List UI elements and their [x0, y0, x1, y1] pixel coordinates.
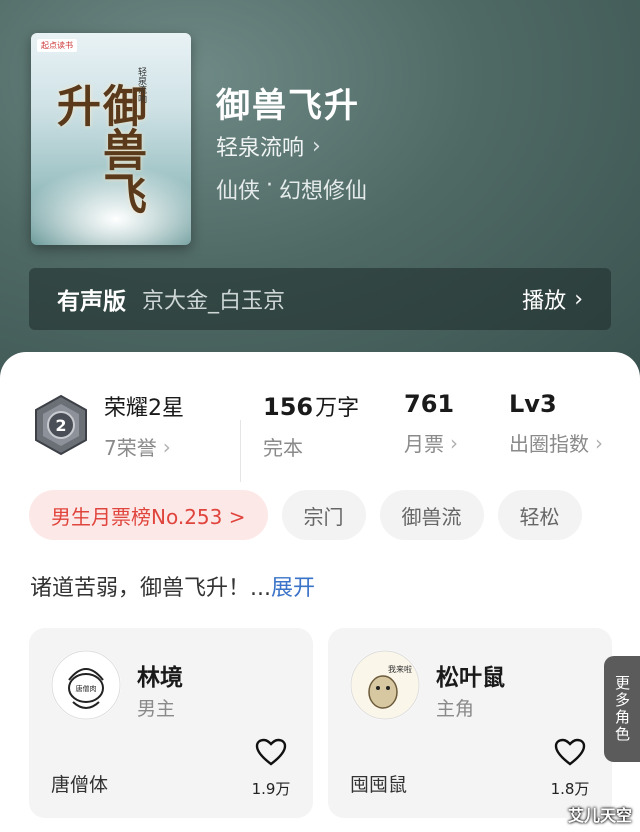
character-name: 林境	[137, 665, 183, 691]
like-count: 1.8万	[550, 780, 590, 798]
chevron-right-icon: ›	[162, 434, 171, 459]
book-header: 起点读书 御兽飞升 轻泉流响 御兽飞升 轻泉流响 › 仙侠 · 幻想修仙 有声版…	[0, 0, 640, 380]
monthly-tickets-stat[interactable]: 761 月票 ›	[404, 390, 458, 457]
chevron-right-icon: ›	[312, 133, 321, 159]
character-name: 松叶鼠	[436, 665, 505, 691]
expand-link[interactable]: 展开	[271, 576, 315, 601]
popularity-index-stat[interactable]: Lv3 出圈指数 ›	[509, 390, 603, 457]
word-count-unit: 万字	[315, 396, 360, 421]
cover-author: 轻泉流响	[136, 67, 146, 103]
tag-chip[interactable]: 御兽流	[379, 490, 484, 540]
play-label: 播放	[522, 289, 567, 314]
heart-icon	[255, 738, 287, 766]
play-button[interactable]: 播放 ›	[522, 283, 583, 315]
watermark: 艾儿天空	[567, 806, 632, 825]
character-role: 男主	[137, 698, 176, 720]
tag-subgenre: 幻想修仙	[279, 179, 368, 204]
character-card[interactable]: 我来啦 松叶鼠 主角 囤囤鼠 1.8万	[328, 628, 612, 818]
book-intro: 诸道苦弱，御兽飞升！...展开	[30, 570, 315, 602]
book-tags: 仙侠 · 幻想修仙	[216, 173, 367, 205]
character-role: 主角	[436, 698, 475, 720]
chevron-right-icon: ›	[574, 286, 583, 312]
tag-separator: ·	[266, 173, 274, 198]
honor-badge-icon[interactable]: 2	[32, 394, 90, 456]
book-cover[interactable]: 起点读书 御兽飞升 轻泉流响	[31, 33, 191, 245]
more-characters-button[interactable]: 更多角色	[604, 656, 640, 762]
chevron-right-icon: ›	[595, 430, 603, 455]
rank-chip[interactable]: 男生月票榜No.253 >	[29, 490, 268, 540]
character-creator: 囤囤鼠	[350, 774, 408, 796]
cover-title: 御兽飞升	[49, 83, 146, 215]
word-count-stat: 156 万字 完本	[263, 390, 359, 461]
like-button[interactable]: 1.8万	[550, 738, 590, 799]
avatar-caption: 唐僧肉	[76, 684, 97, 693]
cover-brand: 起点读书	[37, 39, 77, 52]
character-avatar: 唐僧肉	[51, 650, 121, 720]
character-creator: 唐僧体	[51, 774, 109, 796]
monthly-tickets-value: 761	[404, 390, 455, 418]
book-title: 御兽飞升	[216, 86, 360, 126]
tag-chips: 男生月票榜No.253 > 宗门 御兽流 轻松	[29, 490, 582, 540]
popularity-index-value: Lv3	[509, 390, 557, 418]
completion-status: 完本	[263, 436, 303, 460]
like-button[interactable]: 1.9万	[251, 738, 291, 799]
stats-divider	[240, 420, 241, 482]
character-avatar: 我来啦	[350, 650, 420, 720]
audiobook-narrator: 京大金_白玉京	[142, 289, 286, 314]
honor-points: 7荣誉	[104, 436, 157, 460]
author-link[interactable]: 轻泉流响 ›	[216, 130, 321, 162]
honor-level: 2	[55, 416, 66, 435]
avatar-caption: 我来啦	[388, 664, 412, 674]
character-card[interactable]: 唐僧肉 林境 男主 唐僧体 1.9万	[29, 628, 313, 818]
monthly-tickets-label: 月票	[404, 432, 444, 456]
book-details-card: 2 荣耀2星 7荣誉 › 156 万字 完本 761 月票 › Lv3 出圈指数 › 男…	[0, 352, 640, 832]
author-name: 轻泉流响	[216, 136, 305, 161]
word-count-value: 156	[263, 393, 314, 421]
tag-chip[interactable]: 宗门	[281, 490, 366, 540]
honor-title: 荣耀2星	[104, 396, 184, 421]
chevron-right-icon: ›	[450, 430, 458, 455]
audiobook-label: 有声版	[57, 289, 126, 315]
honor-stat[interactable]: 荣耀2星 7荣誉 ›	[104, 390, 184, 461]
intro-text: 诸道苦弱，御兽飞升！...	[30, 576, 271, 601]
tag-genre: 仙侠	[216, 179, 261, 204]
tag-chip[interactable]: 轻松	[497, 490, 582, 540]
audiobook-bar[interactable]: 有声版 京大金_白玉京 播放 ›	[29, 268, 611, 330]
heart-icon	[554, 738, 586, 766]
popularity-index-label: 出圈指数	[509, 432, 589, 456]
like-count: 1.9万	[251, 780, 291, 798]
stats-row: 2 荣耀2星 7荣誉 › 156 万字 完本 761 月票 › Lv3 出圈指数 ›	[0, 384, 640, 484]
